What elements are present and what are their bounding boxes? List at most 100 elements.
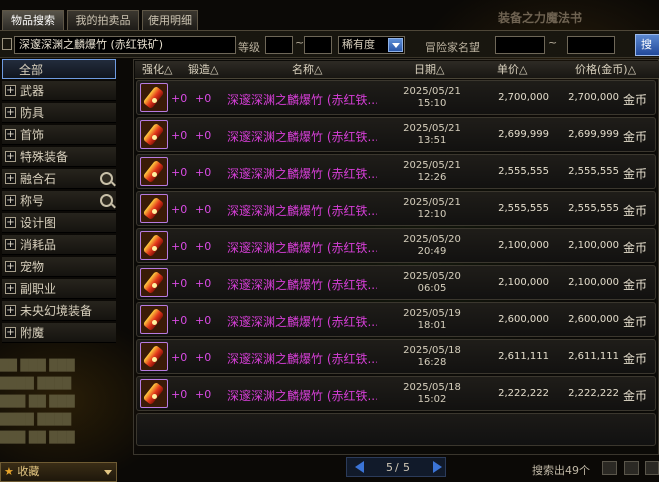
table-row[interactable]: +0 +0 深邃深渊之麟爆竹 (赤红铁... 2025/05/21 13:51 2,699… xyxy=(136,117,656,152)
sidebar-item-category[interactable]: + 特殊装备 xyxy=(2,147,116,167)
sidebar-item-label: 副职业 xyxy=(20,282,57,296)
sidebar-item-category[interactable]: + 消耗品 xyxy=(2,235,116,255)
sidebar-item-label: 防具 xyxy=(20,106,45,120)
sidebar-item-label: 未央幻境装备 xyxy=(20,304,93,318)
time-text: 15:02 xyxy=(417,394,447,405)
forge-value: +0 xyxy=(195,203,212,216)
item-name: 深邃深渊之麟爆竹 (赤红铁... xyxy=(227,93,377,107)
expand-icon[interactable]: + xyxy=(5,305,16,316)
settings-icon[interactable] xyxy=(645,461,659,475)
expand-icon[interactable]: + xyxy=(5,129,16,140)
prev-page-icon[interactable] xyxy=(355,461,364,473)
chevron-down-icon[interactable] xyxy=(388,38,403,52)
date-text: 2025/05/20 xyxy=(403,271,461,282)
sidebar-item-category[interactable]: + 称号 xyxy=(2,191,116,211)
header-name[interactable]: 名称△ xyxy=(292,62,322,78)
header-forge[interactable]: 锻造△ xyxy=(188,62,218,78)
rarity-select[interactable]: 稀有度 xyxy=(338,36,405,54)
total-price: 2,611,111 xyxy=(568,351,619,362)
forge-value: +0 xyxy=(195,277,212,290)
sidebar-item-label: 宠物 xyxy=(20,260,45,274)
star-icon: ★ xyxy=(4,465,14,478)
expand-icon[interactable]: + xyxy=(5,85,16,96)
fame-min-input[interactable] xyxy=(495,36,545,54)
table-row[interactable]: +0 +0 深邃深渊之麟爆竹 (赤红铁... 2025/05/20 06:05 2,100… xyxy=(136,265,656,300)
currency-label: 金币 xyxy=(623,167,648,181)
unit-price: 2,555,555 xyxy=(498,203,549,214)
favorites-button[interactable]: ★ 收藏 xyxy=(0,462,117,482)
header-unit-price[interactable]: 单价△ xyxy=(497,62,527,78)
sidebar-item-category[interactable]: + 设计图 xyxy=(2,213,116,233)
rarity-select-value: 稀有度 xyxy=(342,38,375,51)
sidebar-item-category[interactable]: + 武器 xyxy=(2,81,116,101)
expand-icon[interactable]: + xyxy=(5,217,16,228)
time-text: 06:05 xyxy=(417,283,447,294)
table-row[interactable]: +0 +0 深邃深渊之麟爆竹 (赤红铁... 2025/05/21 15:10 2,700… xyxy=(136,80,656,115)
magnifier-icon[interactable] xyxy=(100,194,113,207)
table-row[interactable]: +0 +0 深邃深渊之麟爆竹 (赤红铁... 2025/05/21 12:26 2,555… xyxy=(136,154,656,189)
clear-icon[interactable] xyxy=(602,461,617,475)
fame-max-input[interactable] xyxy=(567,36,615,54)
sidebar-item-category[interactable]: + 未央幻境装备 xyxy=(2,301,116,321)
header-total-price[interactable]: 价格(金币)△ xyxy=(575,62,636,78)
chevron-down-icon xyxy=(104,470,112,475)
table-row[interactable]: +0 +0 深邃深渊之麟爆竹 (赤红铁... 2025/05/18 15:02 2,222… xyxy=(136,376,656,411)
listing-date: 2025/05/20 20:49 xyxy=(397,234,467,258)
date-text: 2025/05/20 xyxy=(403,234,461,245)
firecracker-icon xyxy=(140,379,168,408)
tab-item-search[interactable]: 物品搜索 xyxy=(2,10,64,30)
total-price: 2,600,000 xyxy=(568,314,619,325)
forge-value: +0 xyxy=(195,240,212,253)
listing-date: 2025/05/21 12:26 xyxy=(397,160,467,184)
checkbox-icon[interactable] xyxy=(2,38,12,50)
page-separator: / xyxy=(395,461,399,474)
expand-icon[interactable]: + xyxy=(5,239,16,250)
sidebar-item-label: 设计图 xyxy=(20,216,57,230)
date-text: 2025/05/21 xyxy=(403,86,461,97)
date-text: 2025/05/19 xyxy=(403,308,461,319)
date-text: 2025/05/18 xyxy=(403,382,461,393)
sidebar-item-category[interactable]: + 首饰 xyxy=(2,125,116,145)
header-enhance[interactable]: 强化△ xyxy=(142,62,172,78)
forge-value: +0 xyxy=(195,92,212,105)
total-price: 2,699,999 xyxy=(568,129,619,140)
expand-icon[interactable]: + xyxy=(5,327,16,338)
level-max-input[interactable] xyxy=(304,36,332,54)
date-text: 2025/05/18 xyxy=(403,345,461,356)
save-icon[interactable] xyxy=(624,461,639,475)
time-text: 12:26 xyxy=(417,172,447,183)
unit-price: 2,600,000 xyxy=(498,314,549,325)
expand-icon[interactable]: + xyxy=(5,261,16,272)
sidebar-item-category[interactable]: + 融合石 xyxy=(2,169,116,189)
expand-icon[interactable]: + xyxy=(5,173,16,184)
sidebar-item-category[interactable]: 全部 xyxy=(2,59,116,79)
magnifier-icon[interactable] xyxy=(100,172,113,185)
forge-value: +0 xyxy=(195,166,212,179)
next-page-icon[interactable] xyxy=(433,461,442,473)
expand-icon[interactable]: + xyxy=(5,151,16,162)
search-input[interactable]: 深邃深渊之麟爆竹 (赤红铁矿) xyxy=(14,36,236,54)
sidebar-item-label: 特殊装备 xyxy=(20,150,69,164)
table-row[interactable]: +0 +0 深邃深渊之麟爆竹 (赤红铁... 2025/05/18 16:28 2,611… xyxy=(136,339,656,374)
table-row[interactable]: +0 +0 深邃深渊之麟爆竹 (赤红铁... 2025/05/21 12:10 2,555… xyxy=(136,191,656,226)
unit-price: 2,700,000 xyxy=(498,92,549,103)
sidebar-item-label: 称号 xyxy=(20,194,45,208)
sidebar-item-category[interactable]: + 副职业 xyxy=(2,279,116,299)
sidebar-item-label: 武器 xyxy=(20,84,45,98)
sidebar-item-category[interactable]: + 防具 xyxy=(2,103,116,123)
table-row[interactable]: +0 +0 深邃深渊之麟爆竹 (赤红铁... 2025/05/19 18:01 2,600… xyxy=(136,302,656,337)
table-row[interactable]: +0 +0 深邃深渊之麟爆竹 (赤红铁... 2025/05/20 20:49 2,100… xyxy=(136,228,656,263)
expand-icon[interactable]: + xyxy=(5,195,16,206)
header-date[interactable]: 日期△ xyxy=(414,62,444,78)
sidebar-item-category[interactable]: + 宠物 xyxy=(2,257,116,277)
total-price: 2,700,000 xyxy=(568,92,619,103)
forge-value: +0 xyxy=(195,351,212,364)
expand-icon[interactable]: + xyxy=(5,107,16,118)
level-min-input[interactable] xyxy=(265,36,293,54)
sidebar-item-category[interactable]: + 附魔 xyxy=(2,323,116,343)
item-name: 深邃深渊之麟爆竹 (赤红铁... xyxy=(227,204,377,218)
search-button[interactable]: 搜 xyxy=(635,34,659,56)
expand-icon[interactable]: + xyxy=(5,283,16,294)
tab-usage-details[interactable]: 使用明细 xyxy=(142,10,198,30)
tab-my-auctions[interactable]: 我的拍卖品 xyxy=(67,10,139,30)
